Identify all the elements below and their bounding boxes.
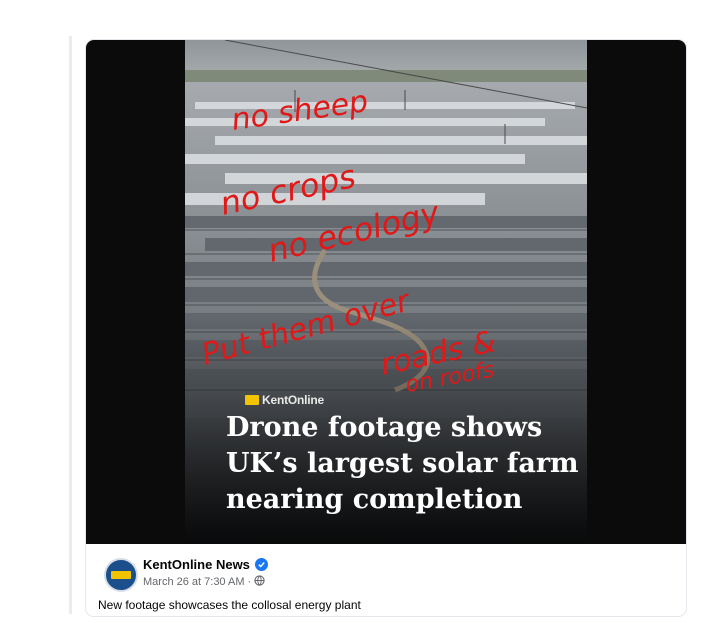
facebook-post-card: no sheep no crops no ecology Put them ov… <box>86 40 686 616</box>
kentonline-logo-icon <box>111 571 131 579</box>
kentonline-logo-icon <box>245 395 259 405</box>
page-avatar[interactable] <box>104 558 138 592</box>
verified-badge-icon <box>254 558 268 571</box>
post-caption: New footage showcases the collosal energ… <box>98 598 361 612</box>
brand-label: KentOnline <box>262 393 325 407</box>
headline-line: nearing completion <box>226 484 523 515</box>
feed-left-divider <box>69 36 72 614</box>
post-media[interactable]: no sheep no crops no ecology Put them ov… <box>86 40 686 544</box>
page-name-link[interactable]: KentOnline News <box>143 557 250 572</box>
post-header: KentOnline News March 26 at 7:30 AM · Ne… <box>86 544 686 616</box>
globe-icon[interactable] <box>254 575 265 589</box>
media-headline: Drone footage shows UK’s largest solar f… <box>226 410 586 518</box>
page-name-row: KentOnline News <box>143 557 268 572</box>
post-timestamp-row: March 26 at 7:30 AM · <box>143 575 265 589</box>
timestamp-separator: · <box>247 576 252 588</box>
headline-line: UK’s largest solar farm <box>226 448 579 479</box>
post-timestamp[interactable]: March 26 at 7:30 AM <box>143 576 245 588</box>
kentonline-brand: KentOnline <box>245 393 324 407</box>
headline-line: Drone footage shows <box>226 412 543 443</box>
